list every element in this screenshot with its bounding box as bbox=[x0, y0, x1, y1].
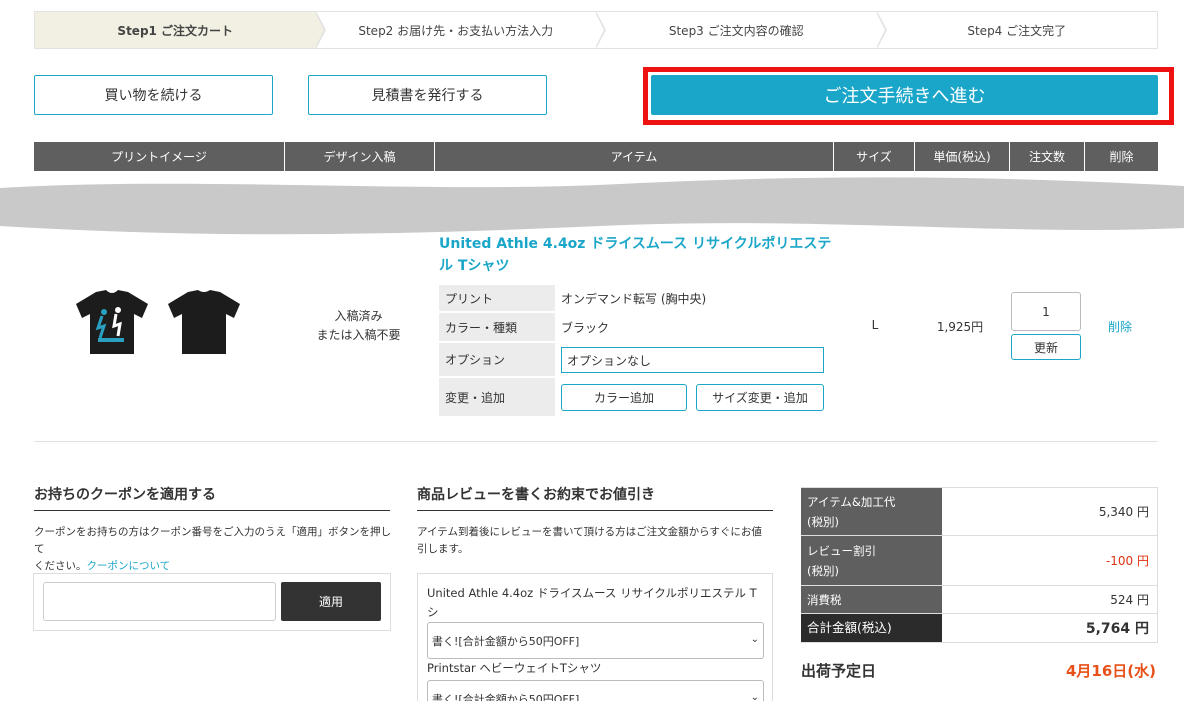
step-2: Step2 お届け先・お支払い方法入力 bbox=[316, 11, 606, 49]
review-item-1-name-line-1: United Athle 4.4oz ドライスムース リサイクルポリエステル T… bbox=[427, 586, 757, 619]
section-divider bbox=[34, 441, 1158, 442]
coupon-desc-line-1: クーポンをお持ちの方はクーポン番号をご入力のうえ「適用」ボタンを押して bbox=[34, 526, 391, 555]
spec-print-label: プリント bbox=[439, 285, 555, 311]
item-title-link[interactable]: United Athle 4.4oz ドライスムース リサイクルポリエステル T… bbox=[439, 233, 839, 277]
review-description: アイテム到着後にレビューを書いて頂ける方はご注文金額からすぐにお値 引します。 bbox=[417, 524, 777, 558]
continue-shopping-button[interactable]: 買い物を続ける bbox=[34, 75, 273, 115]
summary-total-label: 合計金額(税込) bbox=[801, 614, 942, 642]
print-image-front bbox=[74, 288, 150, 358]
review-desc-line-2: 引します。 bbox=[417, 543, 469, 555]
summary-total-value: 5,764 円 bbox=[942, 614, 1158, 642]
item-size: L bbox=[871, 318, 879, 332]
summary-items-row: アイテム&加工代 (税別) 5,340 円 bbox=[801, 487, 1158, 536]
coupon-desc-line-2: ください。 bbox=[34, 560, 87, 572]
checkout-steps: Step1 ご注文カート Step2 お届け先・お支払い方法入力 Step3 ご… bbox=[34, 11, 1158, 49]
review-item-2-select[interactable]: 書く![合計金額から50円OFF] ⌄ bbox=[427, 680, 764, 701]
print-image-back bbox=[166, 288, 242, 358]
summary-tax-label: 消費税 bbox=[801, 586, 942, 613]
design-status-line-2: または入稿不要 bbox=[316, 328, 401, 342]
coupon-description: クーポンをお持ちの方はクーポン番号をご入力のうえ「適用」ボタンを押して ください… bbox=[34, 524, 394, 575]
step-1: Step1 ご注文カート bbox=[35, 11, 326, 49]
review-item-2-select-value: 書く![合計金額から50円OFF] bbox=[432, 692, 580, 701]
update-quantity-button[interactable]: 更新 bbox=[1011, 334, 1081, 360]
summary-items-label-line-2: (税別) bbox=[807, 514, 839, 529]
summary-total-row: 合計金額(税込) 5,764 円 bbox=[801, 614, 1158, 643]
summary-review-label-line-2: (税別) bbox=[807, 563, 839, 578]
issue-estimate-button[interactable]: 見積書を発行する bbox=[308, 75, 547, 115]
coupon-title-rule bbox=[34, 510, 390, 511]
chevron-down-icon: ⌄ bbox=[750, 634, 759, 645]
summary-items-label: アイテム&加工代 (税別) bbox=[801, 488, 942, 535]
item-unit-price: 1,925円 bbox=[936, 320, 984, 334]
summary-items-label-line-1: アイテム&加工代 bbox=[807, 494, 896, 509]
spec-change-label: 変更・追加 bbox=[439, 378, 555, 416]
review-title-rule bbox=[417, 510, 773, 511]
col-size: サイズ bbox=[834, 142, 915, 171]
coupon-title: お持ちのクーポンを適用する bbox=[34, 487, 216, 503]
design-status-line-1: 入稿済み bbox=[334, 309, 383, 323]
delete-item-link[interactable]: 削除 bbox=[1108, 318, 1132, 335]
step-4: Step4 ご注文完了 bbox=[967, 23, 1067, 38]
summary-review-label: レビュー割引 (税別) bbox=[801, 536, 942, 585]
review-title: 商品レビューを書くお約束でお値引き bbox=[417, 487, 655, 503]
spec-option-label: オプション bbox=[439, 343, 555, 376]
torn-page-divider bbox=[0, 177, 1184, 235]
coupon-code-input[interactable] bbox=[43, 582, 276, 621]
option-select[interactable]: オプションなし bbox=[561, 347, 824, 373]
summary-review-label-line-1: レビュー割引 bbox=[807, 543, 876, 558]
col-design: デザイン入稿 bbox=[285, 142, 435, 171]
ship-date-value: 4月16日(水) bbox=[1065, 662, 1156, 680]
add-color-button[interactable]: カラー追加 bbox=[561, 384, 687, 411]
spec-print-value: オンデマンド転写 (胸中央) bbox=[561, 291, 707, 306]
apply-coupon-button[interactable]: 適用 bbox=[281, 582, 381, 621]
col-delete: 削除 bbox=[1109, 150, 1134, 164]
cart-table-header: プリントイメージ デザイン入稿 アイテム サイズ 単価(税込) 注文数 削除 bbox=[34, 142, 1158, 171]
summary-tax-value: 524 円 bbox=[942, 586, 1158, 613]
quantity-input[interactable]: 1 bbox=[1011, 292, 1081, 331]
review-desc-line-1: アイテム到着後にレビューを書いて頂ける方はご注文金額からすぐにお値 bbox=[417, 526, 762, 538]
spec-color-value: ブラック bbox=[561, 320, 610, 335]
step-3: Step3 ご注文内容の確認 bbox=[596, 11, 887, 49]
ship-date-label: 出荷予定日 bbox=[801, 662, 877, 680]
coupon-info-link[interactable]: クーポンについて bbox=[87, 560, 171, 572]
summary-tax-row: 消費税 524 円 bbox=[801, 586, 1158, 614]
col-item: アイテム bbox=[435, 142, 834, 171]
summary-review-value: -100 円 bbox=[942, 536, 1158, 585]
spec-color-label: カラー・種類 bbox=[439, 313, 555, 341]
checkout-button[interactable]: ご注文手続きへ進む bbox=[651, 75, 1158, 115]
design-status: 入稿済み または入稿不要 bbox=[286, 307, 431, 345]
review-item-1-select-value: 書く![合計金額から50円OFF] bbox=[432, 634, 580, 648]
summary-items-value: 5,340 円 bbox=[942, 488, 1158, 535]
review-item-1-select[interactable]: 書く![合計金額から50円OFF] ⌄ bbox=[427, 622, 764, 659]
change-size-button[interactable]: サイズ変更・追加 bbox=[696, 384, 824, 411]
col-print-image: プリントイメージ bbox=[34, 142, 285, 171]
col-quantity: 注文数 bbox=[1010, 142, 1085, 171]
chevron-down-icon: ⌄ bbox=[750, 692, 759, 701]
col-unit-price: 単価(税込) bbox=[915, 142, 1010, 171]
review-item-2-name: Printstar ヘビーウェイトTシャツ bbox=[427, 661, 602, 675]
summary-review-row: レビュー割引 (税別) -100 円 bbox=[801, 536, 1158, 586]
